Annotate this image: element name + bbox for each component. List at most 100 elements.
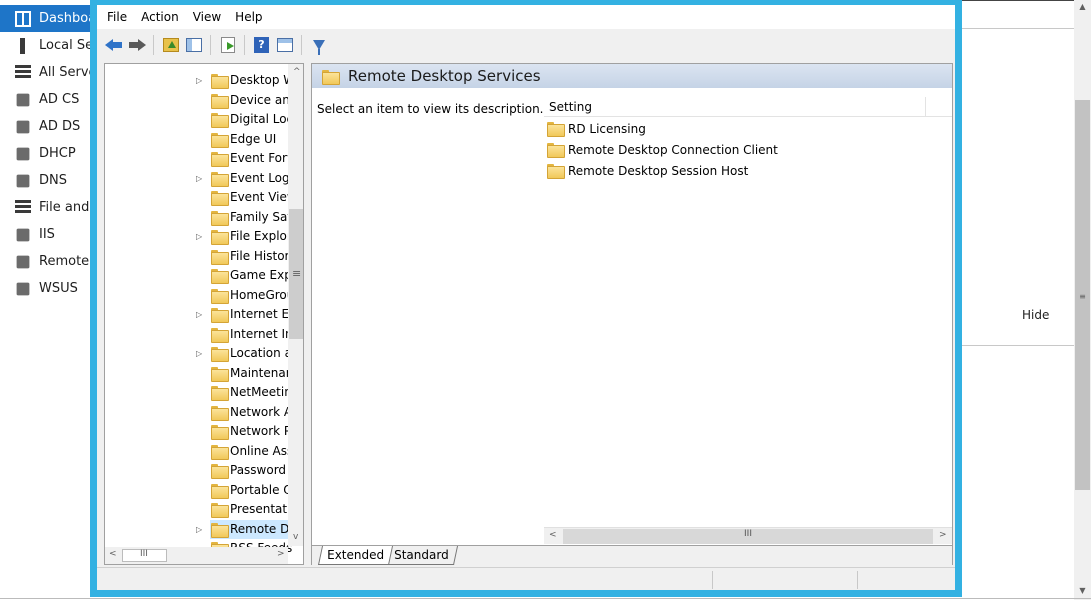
tree-item[interactable]: Portable Operating System <box>105 481 296 500</box>
scroll-down-icon[interactable]: v <box>293 532 298 542</box>
show-hide-tree-icon <box>185 37 202 52</box>
help-button[interactable]: ? <box>250 33 273 56</box>
sidebar-item-dns[interactable]: DNS <box>0 167 90 194</box>
description-text: Select an item to view its description. <box>317 102 544 116</box>
sidebar-item-wsus[interactable]: WSUS <box>0 275 90 302</box>
folder-icon <box>547 164 565 179</box>
tree-item[interactable]: Event Forwarding <box>105 149 296 168</box>
sidebar-item-file-and-storage-services[interactable]: File and Storage Services <box>0 194 90 221</box>
hide-link[interactable]: Hide <box>1022 308 1049 322</box>
sidebar-item-iis[interactable]: IIS <box>0 221 90 248</box>
tree-item-label: Location and Sensors <box>230 346 296 360</box>
file-storage-icon <box>15 199 31 216</box>
divider <box>0 598 1091 599</box>
expand-arrow-icon[interactable]: ▷ <box>196 232 206 241</box>
menu-action[interactable]: Action <box>134 5 186 29</box>
tree-item[interactable]: Device and Driver Compatibility <box>105 91 296 110</box>
scroll-right-icon[interactable]: > <box>277 549 285 559</box>
show-hide-tree-button[interactable] <box>182 33 205 56</box>
toolbar: ? <box>97 29 955 60</box>
folder-icon <box>211 327 229 343</box>
tree-item[interactable]: NetMeeting <box>105 383 296 402</box>
sidebar-item-local-server[interactable]: Local Server <box>0 32 90 59</box>
window-client-area: File Action View Help ? ▷ Desktop Window … <box>97 5 955 590</box>
list-item[interactable]: Remote Desktop Session Host <box>544 160 934 181</box>
scroll-down-icon[interactable]: ▼ <box>1074 586 1091 595</box>
sidebar-item-label: File and Storage Services <box>39 200 90 215</box>
tree-item-label: Online Assistance <box>230 443 296 458</box>
server-manager-nav: Dashboard Local Server All Servers AD CS AD … <box>0 0 90 600</box>
tree-item[interactable]: ▷ File Explorer <box>105 227 296 246</box>
tree-item[interactable]: ▷ Remote Desktop Services <box>196 519 296 539</box>
folder-icon <box>211 230 229 245</box>
folder-icon <box>211 269 229 284</box>
sidebar-item-ad-cs[interactable]: AD CS <box>0 86 90 113</box>
export-list-button[interactable] <box>216 33 239 56</box>
dhcp-icon <box>16 147 30 160</box>
tree-item[interactable]: Network Projector <box>105 422 296 441</box>
menu-file[interactable]: File <box>100 5 134 29</box>
sidebar-item-dhcp[interactable]: DHCP <box>0 140 90 167</box>
tree-item[interactable]: ▷ Desktop Window Manager <box>105 71 296 90</box>
scroll-right-icon[interactable]: > <box>939 530 947 540</box>
folder-icon <box>211 308 229 323</box>
list-horizontal-scrollbar[interactable]: III < > <box>544 527 952 544</box>
tree-item[interactable]: Maintenance Scheduler <box>105 364 296 383</box>
dashboard-icon <box>15 10 31 27</box>
scroll-up-icon[interactable]: ▲ <box>1074 2 1091 11</box>
sidebar-item-ad-ds[interactable]: AD DS <box>0 113 90 140</box>
tree-item-label: Portable Operating System <box>230 482 296 497</box>
tree-item[interactable]: Game Explorer <box>105 266 296 285</box>
sidebar-item-remote-desktop-services[interactable]: Remote Desktop Services <box>0 248 90 275</box>
expand-arrow-icon[interactable]: ▷ <box>196 310 206 319</box>
tree-item[interactable]: Network Access Protection <box>105 403 296 422</box>
forward-button[interactable] <box>125 33 148 56</box>
column-header-setting[interactable]: Setting <box>544 96 926 117</box>
up-level-button[interactable] <box>159 33 182 56</box>
tree-item[interactable]: ▷ Internet Explorer <box>105 305 296 324</box>
properties-button[interactable] <box>273 33 296 56</box>
scroll-up-icon[interactable]: ^ <box>293 67 301 77</box>
tree-item[interactable]: Digital Locker <box>105 110 296 129</box>
expand-arrow-icon[interactable]: ▷ <box>196 76 206 85</box>
tree-item[interactable]: Online Assistance <box>105 442 296 461</box>
scroll-left-icon[interactable]: < <box>109 549 117 559</box>
view-tabs: Extended Standard <box>312 545 952 565</box>
expand-arrow-icon[interactable]: ▷ <box>196 525 206 534</box>
sidebar-item-dashboard[interactable]: Dashboard <box>0 5 90 32</box>
folder-icon <box>211 366 229 382</box>
tab-standard[interactable]: Standard <box>385 546 458 565</box>
folder-icon <box>211 132 229 148</box>
folder-icon <box>211 347 229 362</box>
tree-item[interactable]: File History <box>105 247 296 266</box>
folder-icon <box>547 122 565 137</box>
tree-item[interactable]: Internet Information Services <box>105 325 296 344</box>
tree-item[interactable]: Edge UI <box>105 130 288 149</box>
expand-arrow-icon[interactable]: ▷ <box>196 349 206 358</box>
expand-arrow-icon[interactable]: ▷ <box>196 174 206 183</box>
list-item[interactable]: Remote Desktop Connection Client <box>544 139 934 160</box>
list-item-label: Remote Desktop Connection Client <box>568 142 778 157</box>
tree-item[interactable]: Event Viewer <box>105 188 296 207</box>
tree-item[interactable]: ▷ Location and Sensors <box>105 344 296 363</box>
folder-icon <box>211 425 229 440</box>
tree-item[interactable]: Family Safety <box>105 208 296 227</box>
tree-item[interactable]: Presentation Settings <box>105 500 296 519</box>
scroll-grip-icon: ≡ <box>1079 292 1086 301</box>
toolbar-separator <box>301 34 302 55</box>
status-divider <box>857 571 858 589</box>
menu-view[interactable]: View <box>186 5 228 29</box>
tree-item[interactable]: ▷ Event Log Service <box>105 169 296 188</box>
tree-item-label: HomeGroup <box>230 287 296 302</box>
back-button[interactable] <box>102 33 125 56</box>
filter-button[interactable] <box>307 33 330 56</box>
tab-extended[interactable]: Extended <box>317 546 394 565</box>
list-item[interactable]: RD Licensing <box>544 118 934 139</box>
scroll-left-icon[interactable]: < <box>549 530 557 540</box>
tree-item[interactable]: HomeGroup <box>105 286 296 305</box>
folder-icon <box>211 113 229 128</box>
tree-item[interactable]: Password Synchronization <box>105 461 296 480</box>
sidebar-item-label: All Servers <box>39 65 90 80</box>
menu-help[interactable]: Help <box>228 5 269 29</box>
sidebar-item-all-servers[interactable]: All Servers <box>0 59 90 86</box>
